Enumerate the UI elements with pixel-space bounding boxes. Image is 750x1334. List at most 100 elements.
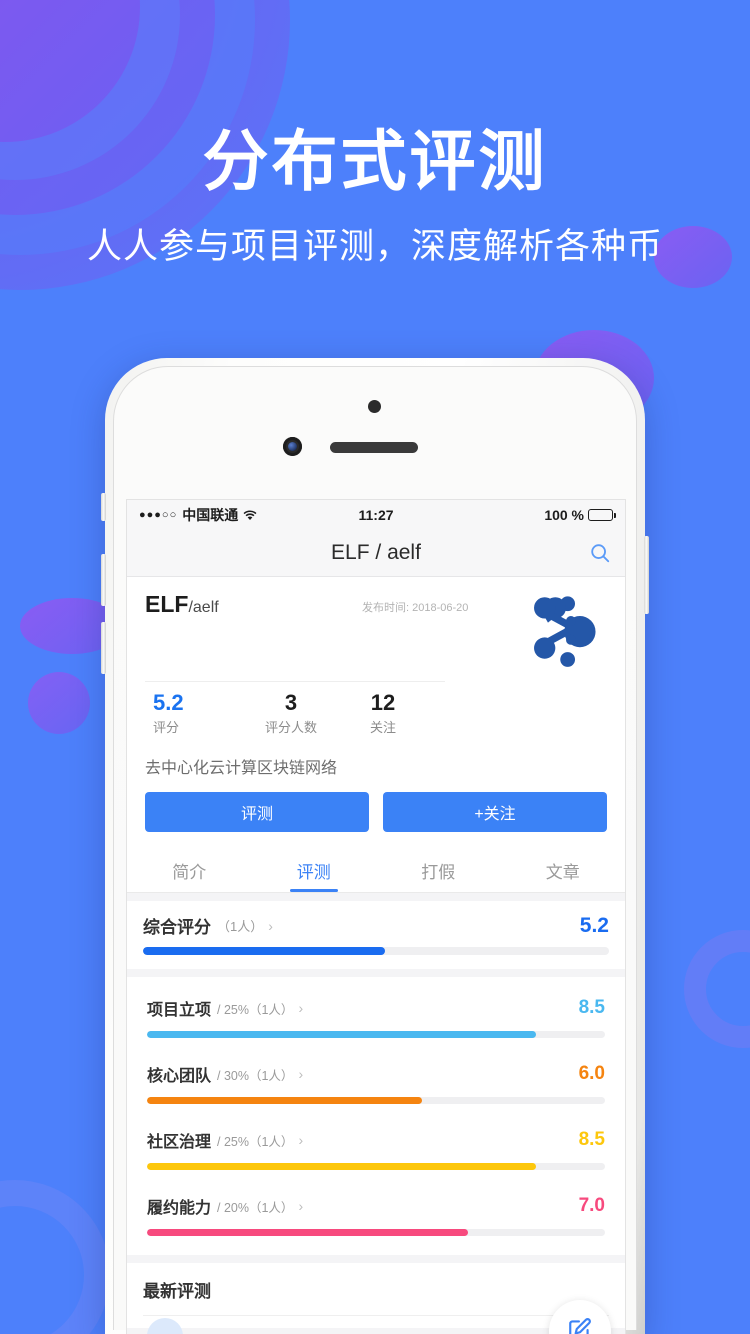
avatar xyxy=(147,1318,183,1334)
stat-score-value: 5.2 xyxy=(153,690,184,715)
signal-strength-icon: ●●●○○ xyxy=(139,509,178,521)
overall-score-bar xyxy=(143,947,609,956)
stat-followers[interactable]: 12 关注 xyxy=(337,690,429,736)
subscore-bar-fill xyxy=(147,1163,537,1171)
subscore-row[interactable]: 核心团队 / 30%（1人） › 6.0 xyxy=(143,1049,609,1115)
wifi-icon xyxy=(243,509,257,521)
subscore-header: 核心团队 / 30%（1人） › 6.0 xyxy=(147,1062,605,1086)
tab-fraud[interactable]: 打假 xyxy=(376,848,501,892)
subscore-bar xyxy=(147,1229,605,1237)
subscore-list: 项目立项 / 25%（1人） › 8.5 核心团队 / 30%（1人） › 6.… xyxy=(127,977,625,1256)
overall-score-value: 5.2 xyxy=(579,913,609,937)
tab-article[interactable]: 文章 xyxy=(501,848,626,892)
project-actions: 评测 +关注 xyxy=(127,778,625,848)
bg-ring-left-bottom xyxy=(0,1180,110,1334)
subscore-meta: / 25%（1人） xyxy=(217,1134,294,1149)
subscore-title: 核心团队 xyxy=(147,1068,212,1086)
stat-score[interactable]: 5.2 评分 xyxy=(145,690,245,736)
subscore-title: 项目立项 xyxy=(147,1002,212,1020)
tab-review[interactable]: 评测 xyxy=(252,848,377,893)
subscore-row[interactable]: 社区治理 / 25%（1人） › 8.5 xyxy=(143,1115,609,1181)
app-navbar: ELF / aelf xyxy=(127,530,625,577)
subscore-value: 7.0 xyxy=(578,1195,605,1217)
subscore-bar-fill xyxy=(147,1031,537,1039)
phone-screen: ●●●○○ 中国联通 11:27 100 % ELF / aelf ELF /a… xyxy=(126,499,626,1334)
project-release-date: 发布时间: 2018-06-20 xyxy=(362,602,469,614)
bg-blob-left-bottom xyxy=(28,672,90,734)
subscore-value: 6.0 xyxy=(578,1063,605,1085)
overall-score-block[interactable]: 综合评分 （1人） › 5.2 xyxy=(127,901,625,970)
phone-volume-up-button xyxy=(101,554,106,606)
subscore-header: 项目立项 / 25%（1人） › 8.5 xyxy=(147,996,605,1020)
proximity-sensor-icon xyxy=(368,400,381,413)
subscore-header: 履约能力 / 20%（1人） › 7.0 xyxy=(147,1194,605,1218)
latest-reviews-section: 最新评测 xyxy=(127,1263,625,1334)
stat-followers-value: 12 xyxy=(370,690,396,715)
project-description: 去中心化云计算区块链网络 xyxy=(145,760,338,778)
compose-icon xyxy=(567,1316,593,1334)
chevron-right-icon: › xyxy=(268,917,273,934)
subscore-title: 履约能力 xyxy=(147,1200,212,1218)
chevron-right-icon: › xyxy=(298,1132,304,1149)
overall-score-header: 综合评分 （1人） › 5.2 xyxy=(143,913,609,938)
page-title: ELF / aelf xyxy=(331,541,421,564)
search-icon[interactable] xyxy=(589,542,611,564)
front-camera-icon xyxy=(283,437,302,456)
stat-raters[interactable]: 3 评分人数 xyxy=(245,690,337,736)
subscore-value: 8.5 xyxy=(578,1129,605,1151)
project-header-card: ELF/aelf 发布时间: 2018-06-20 5.2 评分 3 评分人数 … xyxy=(127,577,625,849)
stat-raters-label: 评分人数 xyxy=(264,720,317,736)
subscore-meta: / 25%（1人） xyxy=(217,1002,294,1017)
phone-power-button xyxy=(644,536,649,614)
subscore-bar xyxy=(147,1163,605,1171)
phone-mockup: ●●●○○ 中国联通 11:27 100 % ELF / aelf ELF /a… xyxy=(101,358,649,1334)
project-slug: /aelf xyxy=(188,599,219,616)
overall-score-meta: （1人） xyxy=(217,919,264,935)
phone-mute-switch xyxy=(101,493,106,521)
chevron-right-icon: › xyxy=(298,1066,304,1083)
aelf-network-logo xyxy=(525,589,607,671)
follow-button[interactable]: +关注 xyxy=(383,792,607,833)
subscore-row[interactable]: 履约能力 / 20%（1人） › 7.0 xyxy=(143,1181,609,1247)
carrier-label: 中国联通 xyxy=(182,507,239,523)
earpiece-speaker xyxy=(330,442,418,453)
bg-ring-right xyxy=(684,930,750,1048)
promo-poster: nofan 分布式评测 人人参与项目评测，深度解析各种币 ●●●○○ 中国联通 xyxy=(0,0,750,1334)
tab-intro[interactable]: 简介 xyxy=(127,848,252,892)
status-bar-left: ●●●○○ 中国联通 xyxy=(139,505,358,525)
clock-label: 11:27 xyxy=(358,507,394,523)
stat-raters-value: 3 xyxy=(284,690,298,715)
subscore-value: 8.5 xyxy=(578,997,605,1019)
battery-percent-label: 100 % xyxy=(544,507,585,523)
tab-bar: 简介 评测 打假 文章 xyxy=(127,848,626,894)
promo-headline: 分布式评测 xyxy=(202,124,548,198)
subscore-bar-fill xyxy=(147,1097,422,1105)
promo-subheadline: 人人参与项目评测，深度解析各种币 xyxy=(86,227,663,266)
project-header: ELF/aelf 发布时间: 2018-06-20 xyxy=(127,577,625,671)
review-button[interactable]: 评测 xyxy=(145,792,369,833)
chevron-right-icon: › xyxy=(298,1000,304,1017)
latest-reviews-divider xyxy=(143,1315,609,1317)
subscore-header: 社区治理 / 25%（1人） › 8.5 xyxy=(147,1128,605,1152)
subscore-row[interactable]: 项目立项 / 25%（1人） › 8.5 xyxy=(143,983,609,1049)
status-bar: ●●●○○ 中国联通 11:27 100 % xyxy=(127,500,625,530)
stat-score-label: 评分 xyxy=(153,720,180,736)
project-stats: 5.2 评分 3 评分人数 12 关注 xyxy=(127,682,447,742)
subscore-meta: / 30%（1人） xyxy=(217,1068,294,1083)
subscore-bar-fill xyxy=(147,1229,468,1237)
subscore-bar xyxy=(147,1031,605,1039)
overall-score-bar-fill xyxy=(143,947,386,956)
compose-review-button[interactable] xyxy=(549,1300,611,1334)
subscore-meta: / 20%（1人） xyxy=(217,1200,294,1215)
stat-followers-label: 关注 xyxy=(369,720,396,736)
phone-body: ●●●○○ 中国联通 11:27 100 % ELF / aelf ELF /a… xyxy=(113,366,637,1334)
phone-volume-down-button xyxy=(101,622,106,674)
subscore-bar xyxy=(147,1097,605,1105)
battery-icon xyxy=(588,509,617,521)
latest-reviews-title: 最新评测 xyxy=(143,1282,211,1302)
subscore-title: 社区治理 xyxy=(147,1134,212,1152)
overall-score-title: 综合评分 xyxy=(143,918,211,938)
status-bar-right: 100 % xyxy=(394,507,617,523)
chevron-right-icon: › xyxy=(298,1198,304,1215)
project-symbol: ELF xyxy=(145,591,189,617)
